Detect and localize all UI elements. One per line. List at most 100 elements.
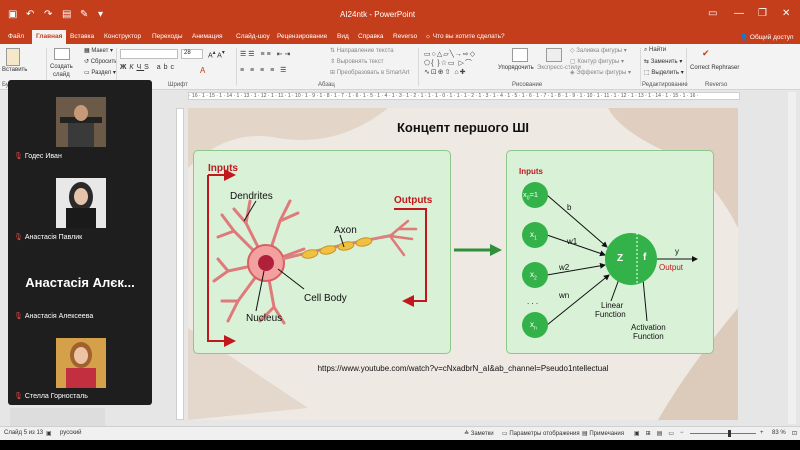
correct-rephraser-button[interactable]: Correct Rephraser [690, 65, 739, 71]
tab-insert[interactable]: Вставка [70, 33, 94, 40]
close-icon[interactable]: ✕ [782, 8, 790, 19]
paste-button[interactable]: Вставить [2, 67, 27, 73]
output-y-label: y [675, 247, 679, 256]
restore-icon[interactable]: ❐ [758, 8, 767, 19]
quick-styles-icon[interactable] [546, 48, 562, 62]
participant-avatar [56, 178, 106, 228]
list-icons[interactable]: ☰☰ ≡≡ ⇤⇥ [240, 50, 292, 58]
font-color-icon[interactable]: A [200, 66, 205, 75]
tab-file[interactable]: Файл [8, 33, 24, 40]
tab-slideshow[interactable]: Слайд-шоу [236, 33, 270, 40]
slide-title: Концепт першого ШІ [396, 120, 530, 135]
shape-fill-button[interactable]: ◇ Заливка фигуры ▾ [570, 47, 627, 54]
input-node-x1: x1 [530, 230, 537, 242]
tab-reverso[interactable]: Reverso [393, 33, 417, 40]
minimize-icon[interactable]: — [734, 8, 744, 19]
cell-body-label: Cell Body [304, 293, 347, 304]
zoom-slider[interactable] [690, 433, 756, 434]
participant-name: 🎙 Стелла Горносталь [14, 393, 88, 400]
neuron-illustration [207, 169, 427, 347]
zoom-out-button[interactable]: − [680, 430, 684, 436]
input-node-xn: xn [530, 320, 537, 332]
select-button[interactable]: ⬚ Выделить ▾ [644, 69, 684, 76]
tab-transitions[interactable]: Переходы [152, 33, 183, 40]
tell-me-search[interactable]: ☼ Что вы хотите сделать? [425, 33, 505, 40]
participant-avatar [56, 97, 106, 147]
format-painter-icon[interactable]: ✎ [80, 9, 88, 20]
share-button[interactable]: 👤 Общий доступ [740, 33, 794, 41]
font-name-input[interactable] [120, 49, 178, 59]
reset-button[interactable]: ↺ Сбросить [84, 58, 117, 65]
tab-review[interactable]: Рецензирование [277, 33, 327, 40]
linear-label: Linear [601, 301, 624, 310]
participant-avatar [56, 338, 106, 388]
video-link[interactable]: https://www.youtube.com/watch?v=cNxadbrN… [188, 364, 738, 373]
slide-canvas[interactable]: Концепт першого ШІ Inputs Outputs Dendri… [188, 108, 738, 420]
zoom-in-button[interactable]: + [760, 430, 764, 436]
save-icon[interactable]: ▣ [8, 9, 17, 20]
replace-button[interactable]: ⇆ Заменить ▾ [644, 58, 682, 65]
sum-node-z: Z [617, 253, 624, 264]
view-buttons[interactable]: ▣⊞▤▭ [634, 430, 680, 437]
text-direction-button[interactable]: ⇅ Направление текста [330, 47, 394, 54]
artificial-neuron-panel: Inputs x0=1 x1 x2 . . . xn b w1 w2 wn Z … [506, 150, 714, 354]
slide-counter: Слайд 5 из 13 [4, 430, 44, 436]
person-icon: 👤 [740, 34, 750, 41]
align-text-button[interactable]: ⇕ Выровнять текст [330, 58, 383, 65]
font-format-icons[interactable]: ЖКЧS abc [120, 64, 177, 71]
participant-name: 🎙 Годес Иван [14, 153, 62, 160]
correct-rephraser-icon[interactable]: ✔ [702, 48, 710, 59]
output-label: Output [659, 263, 684, 272]
present-icon[interactable]: ▤ [62, 9, 71, 20]
fit-slide-icon[interactable]: ⊡ [792, 430, 797, 437]
comments-button[interactable]: ▤ Примечания [582, 430, 624, 437]
mic-muted-icon: 🎙 [14, 234, 23, 241]
window-title: AI24ntk - PowerPoint [340, 10, 416, 19]
participant-name-placeholder: Анастасія Алєк... [25, 275, 135, 290]
tab-help[interactable]: Справка [358, 33, 384, 40]
participant-name: 🎙 Анастасія Павлик [14, 234, 83, 241]
weight-w2-label: w2 [559, 263, 570, 272]
lightbulb-icon: ☼ [425, 33, 433, 40]
zoom-level[interactable]: 83 % [772, 430, 786, 436]
vertical-scrollbar[interactable] [788, 92, 796, 424]
find-button[interactable]: ⌕ Найти [644, 47, 666, 54]
qa-customize-icon[interactable]: ▾ [98, 9, 103, 20]
vertical-ruler [176, 108, 184, 420]
tab-animation[interactable]: Анимация [192, 33, 223, 40]
notes-button[interactable]: ≙ Заметки [464, 430, 494, 437]
shape-effects-button[interactable]: ◈ Эффекты фигуры ▾ [570, 69, 631, 76]
mic-muted-icon: 🎙 [14, 313, 23, 320]
arrange-icon[interactable] [512, 48, 528, 62]
layout-button[interactable]: ▦ Макет ▾ [84, 47, 113, 54]
section-button[interactable]: ▭ Раздел ▾ [84, 69, 116, 76]
slide-thumbnail-strip[interactable] [10, 408, 105, 426]
status-bar: Слайд 5 из 13 ▣ русский ≙ Заметки ▭ Пара… [0, 426, 800, 440]
tab-design[interactable]: Конструктор [104, 33, 141, 40]
shape-outline-button[interactable]: ▢ Контур фигуры ▾ [570, 58, 624, 65]
language-indicator[interactable]: русский [60, 430, 82, 436]
new-slide-button[interactable]: Создать [50, 64, 73, 70]
shapes-gallery[interactable]: ▭○△▱╲→⇨◇ ⬠{ }☆▭ ▷⌒ ∿⊡⊕⇧ ⌂✚ [424, 50, 494, 78]
font-size-input[interactable]: 28 [181, 49, 203, 59]
smartart-button[interactable]: ⊞ Преобразовать в SmartArt [330, 69, 409, 76]
undo-icon[interactable]: ↶ [26, 9, 34, 20]
display-settings-button[interactable]: ▭ Параметры отображения [502, 430, 580, 437]
paste-icon[interactable] [6, 48, 20, 66]
zoom-slider-thumb[interactable] [728, 430, 731, 437]
ribbon-display-icon[interactable]: ▭ [708, 8, 717, 19]
tab-home[interactable]: Главная [32, 30, 67, 44]
linear-function-label: Function [595, 310, 626, 319]
redo-icon[interactable]: ↷ [44, 9, 52, 20]
spellcheck-icon[interactable]: ▣ [46, 430, 52, 437]
ribbon-tabs: Файл Главная Вставка Конструктор Переход… [0, 30, 800, 44]
mic-muted-icon: 🎙 [14, 393, 23, 400]
align-icons[interactable]: ≡ ≡ ≡ ≡ ☰ [240, 66, 288, 74]
arrange-button[interactable]: Упорядочить [498, 65, 534, 71]
video-call-participants-panel: 🎙 Годес Иван 🎙 Анастасія Павлик Анастасія … [8, 80, 152, 405]
weight-wn-label: wn [559, 291, 570, 300]
input-dots: . . . [527, 297, 539, 306]
new-slide-icon[interactable] [54, 48, 70, 60]
tab-view[interactable]: Вид [337, 33, 349, 40]
font-grow-icon[interactable]: A▴ A▾ [208, 50, 225, 59]
